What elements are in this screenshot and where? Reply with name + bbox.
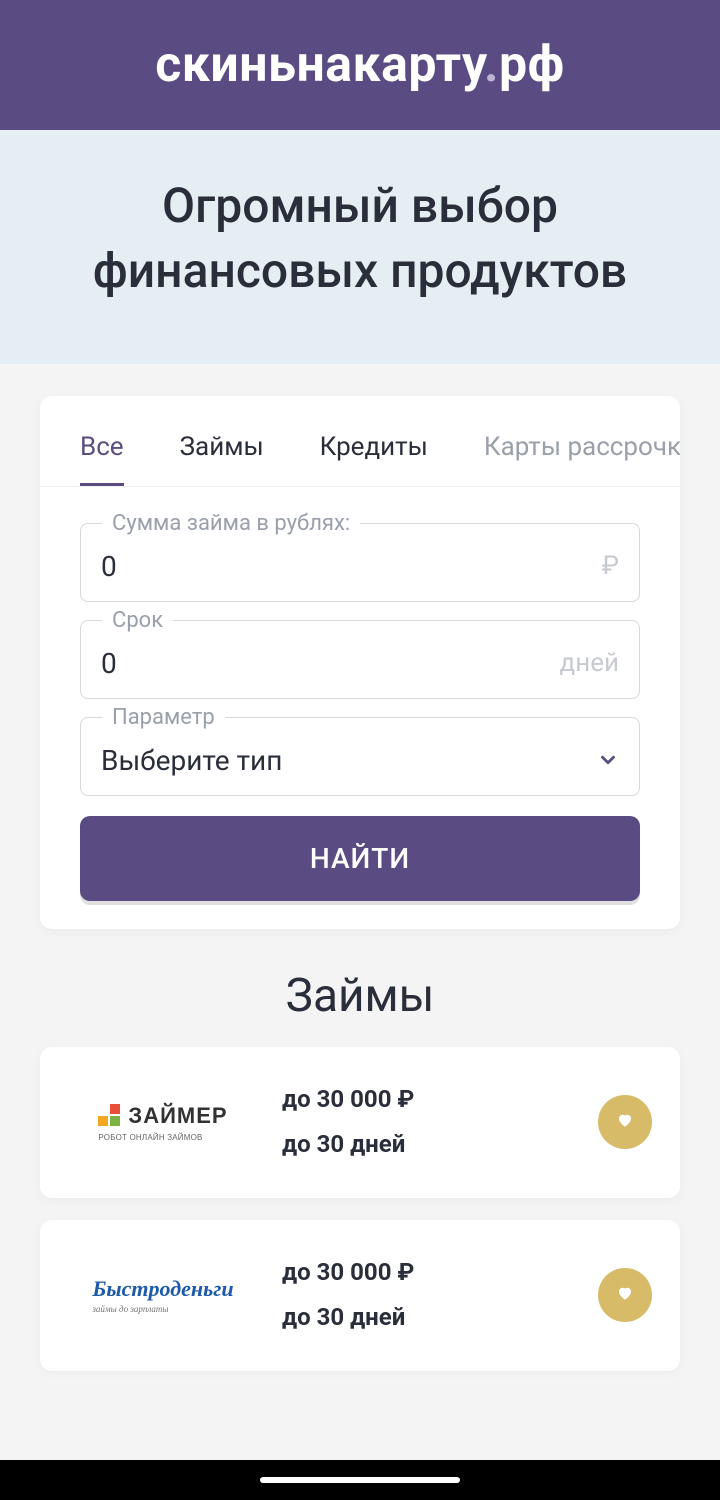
site-logo[interactable]: скиньнакарту.рф	[155, 36, 565, 94]
hero-title: Огромный выбор финансовых продуктов	[30, 174, 690, 304]
logo-dot: .	[484, 36, 499, 94]
ruble-icon: ₽	[602, 551, 619, 581]
app-header: скиньнакарту.рф	[0, 0, 720, 130]
term-value: 0	[101, 647, 117, 680]
zaymer-squares-icon	[98, 1104, 122, 1133]
search-button[interactable]: НАЙТИ	[80, 816, 640, 901]
hero: Огромный выбор финансовых продуктов	[0, 130, 720, 364]
offer-term: до 30 дней	[282, 1122, 574, 1168]
amount-label: Сумма займа в рублях:	[102, 511, 360, 536]
term-label: Срок	[102, 608, 173, 633]
section-title-loans: Займы	[40, 969, 680, 1023]
offer-info: до 30 000 ₽ до 30 дней	[282, 1077, 574, 1168]
heart-icon	[616, 1284, 634, 1306]
param-field[interactable]: Параметр Выберите тип	[80, 717, 640, 796]
offer-term: до 30 дней	[282, 1295, 574, 1341]
logo-text-left: скиньнакарту	[155, 36, 484, 94]
offer-brand: Быстроденьги	[92, 1276, 233, 1301]
chevron-down-icon	[597, 749, 619, 771]
offer-card[interactable]: Быстроденьги займы до зарплаты до 30 000…	[40, 1220, 680, 1371]
offer-card[interactable]: ЗАЙМЕР РОБОТ ОНЛАЙН ЗАЙМОВ до 30 000 ₽ д…	[40, 1047, 680, 1198]
tab-loans[interactable]: Займы	[180, 432, 264, 486]
term-suffix: дней	[560, 648, 619, 678]
param-value: Выберите тип	[101, 744, 282, 777]
offer-logo-bystrodengi: Быстроденьги займы до зарплаты	[68, 1276, 258, 1314]
param-label: Параметр	[102, 705, 225, 730]
favorite-button[interactable]	[598, 1095, 652, 1149]
tab-all[interactable]: Все	[80, 432, 124, 486]
home-indicator	[0, 1460, 720, 1500]
tab-credits[interactable]: Кредиты	[320, 432, 428, 486]
search-form: Сумма займа в рублях: 0 ₽ Срок 0 дней Па…	[40, 487, 680, 796]
home-bar-icon	[260, 1477, 460, 1483]
logo-text-right: рф	[499, 36, 565, 94]
amount-field[interactable]: Сумма займа в рублях: 0 ₽	[80, 523, 640, 602]
amount-value: 0	[101, 550, 117, 583]
tabs: Все Займы Кредиты Карты рассрочки	[40, 396, 680, 487]
tab-installment[interactable]: Карты рассрочки	[484, 432, 680, 486]
term-field[interactable]: Срок 0 дней	[80, 620, 640, 699]
offer-logo-zaymer: ЗАЙМЕР РОБОТ ОНЛАЙН ЗАЙМОВ	[68, 1103, 258, 1142]
offer-brand-sub: займы до зарплаты	[92, 1304, 233, 1314]
offer-brand: ЗАЙМЕР	[128, 1103, 227, 1128]
search-card: Все Займы Кредиты Карты рассрочки Сумма …	[40, 396, 680, 929]
offer-brand-sub: РОБОТ ОНЛАЙН ЗАЙМОВ	[98, 1133, 227, 1142]
offer-amount: до 30 000 ₽	[282, 1250, 574, 1296]
heart-icon	[616, 1111, 634, 1133]
offer-amount: до 30 000 ₽	[282, 1077, 574, 1123]
offer-info: до 30 000 ₽ до 30 дней	[282, 1250, 574, 1341]
favorite-button[interactable]	[598, 1268, 652, 1322]
